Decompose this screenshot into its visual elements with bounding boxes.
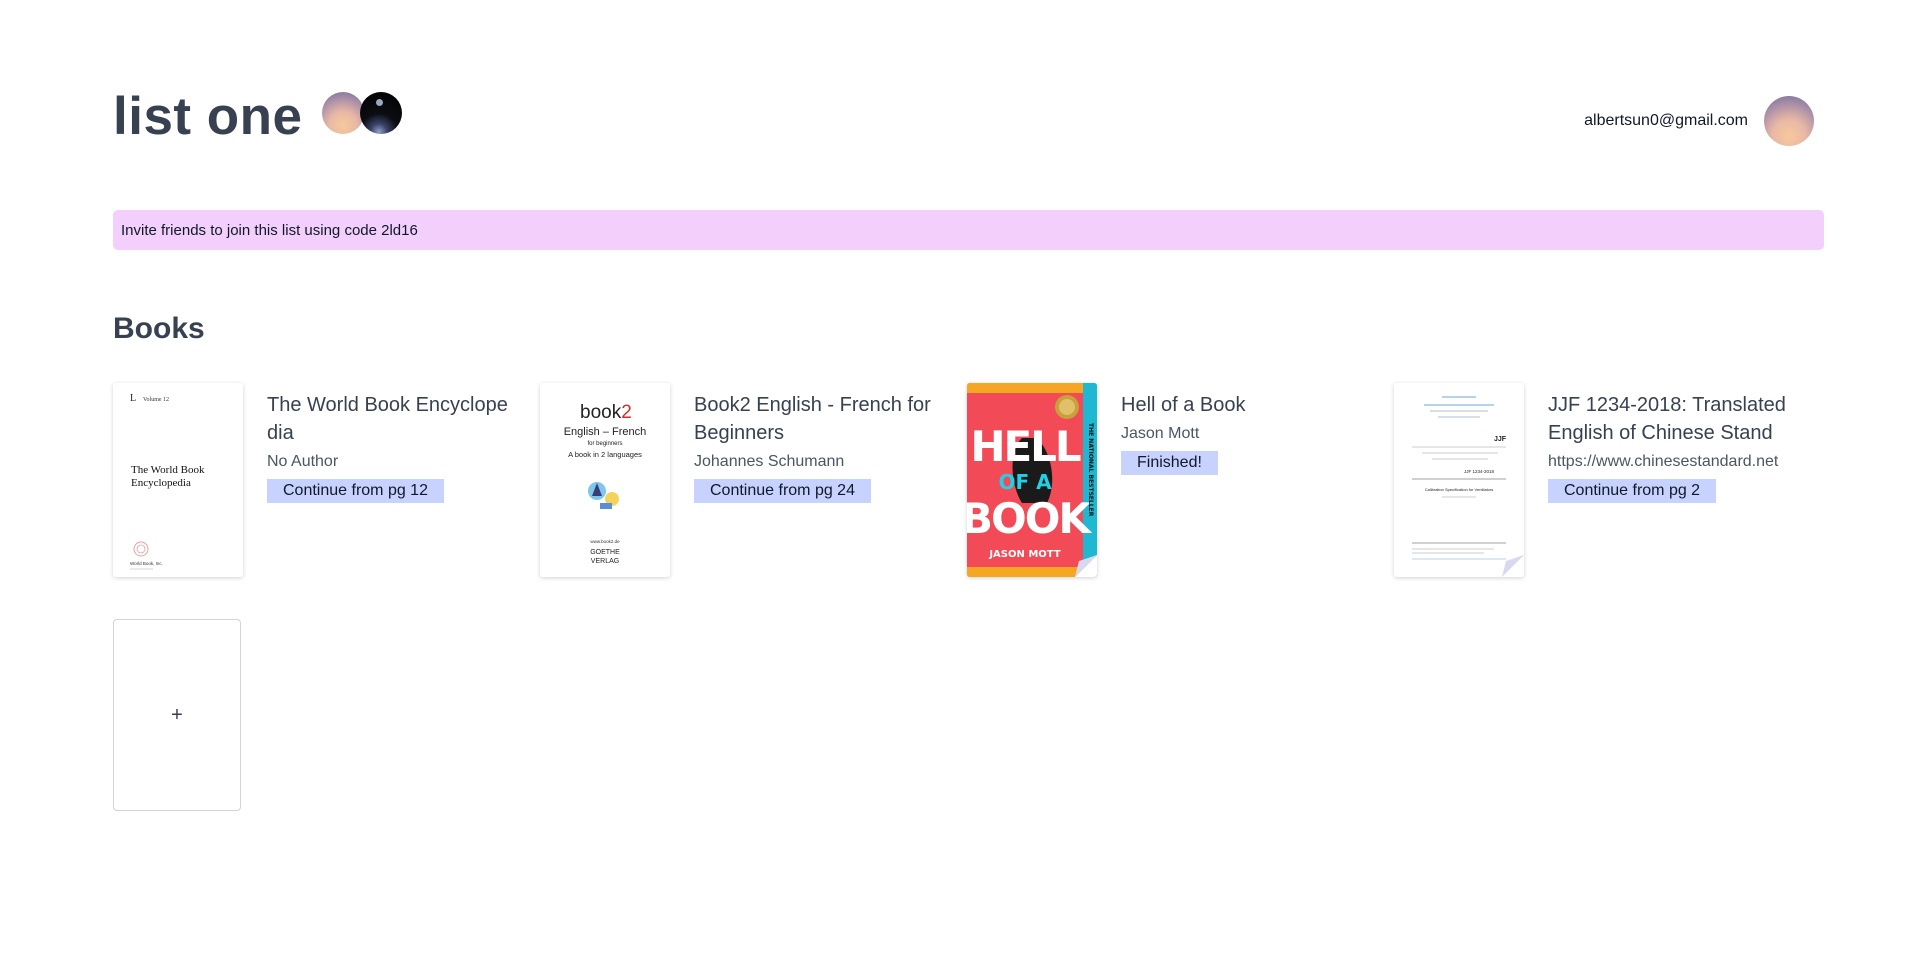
finished-badge: Finished! [1121, 451, 1218, 475]
cover-line2: for beginners [587, 441, 622, 447]
book-card: book2 English – French for beginners A b… [540, 383, 950, 578]
page-title: list one [113, 87, 303, 146]
books-heading: Books [113, 312, 205, 345]
book-info: JJF 1234-2018: Translated English of Chi… [1548, 391, 1798, 503]
cover-word-3: BOOK [967, 494, 1092, 543]
cover-brand: book [580, 402, 622, 423]
add-book-button[interactable]: + [113, 619, 241, 811]
continue-reading-badge[interactable]: Continue from pg 24 [694, 479, 871, 503]
book-author: Jason Mott [1121, 425, 1200, 442]
book-cover[interactable]: L Volume 12 The World Book Encyclopedia … [113, 383, 243, 577]
plus-icon: + [171, 703, 183, 726]
cover-title-line1: The World Book [131, 464, 205, 476]
svg-text:book2: book2 [580, 402, 632, 423]
book-card: L Volume 12 The World Book Encyclopedia … [113, 383, 523, 578]
continue-reading-badge[interactable]: Continue from pg 12 [267, 479, 444, 503]
cover-publisher-2: VERLAG [591, 558, 619, 565]
member-avatars [322, 92, 402, 134]
member-avatar[interactable] [360, 92, 402, 134]
cover-brand-number: 2 [621, 402, 632, 423]
book-card: JJF JJF 1234-2018 Calibration Specificat… [1394, 383, 1804, 578]
book-info: The World Book Encyclopedia No Author Co… [267, 391, 517, 503]
book-author: https://www.chinesestandard.net [1548, 453, 1779, 470]
cover-publisher-1: GOETHE [590, 549, 620, 556]
user-email: albertsun0@gmail.com [1584, 112, 1748, 129]
book-title[interactable]: JJF 1234-2018: Translated English of Chi… [1548, 391, 1798, 447]
member-avatar[interactable] [322, 92, 364, 134]
book-info: Book2 English - French for Beginners Joh… [694, 391, 944, 503]
cover-spine: THE NATIONAL BESTSELLER [1087, 423, 1094, 517]
cover-caption: Calibration Specification for Ventilator… [1425, 487, 1493, 492]
book-title[interactable]: The World Book Encyclopedia [267, 391, 517, 447]
book-cover[interactable]: JJF JJF 1234-2018 Calibration Specificat… [1394, 383, 1524, 577]
cover-publisher: World Book, Inc. [130, 561, 163, 566]
user-menu[interactable]: albertsun0@gmail.com [1584, 96, 1814, 146]
book-info: Hell of a Book Jason Mott Finished! [1121, 391, 1371, 475]
cover-word-1: HELL [970, 422, 1081, 471]
page-header: list one albertsun0@gmail.com [113, 82, 1814, 152]
cover-number: JJF 1234-2018 [1464, 469, 1495, 474]
cover-line3: A book in 2 languages [568, 450, 642, 459]
cover-line1: English – French [564, 426, 647, 438]
book-card: HELL OF A BOOK JASON MOTT THE NATIONAL B… [967, 383, 1377, 578]
invite-text: Invite friends to join this list using c… [121, 221, 418, 239]
cover-author: JASON MOTT [988, 549, 1061, 560]
cover-volume: Volume 12 [143, 397, 169, 403]
user-avatar[interactable] [1764, 96, 1814, 146]
book-title[interactable]: Hell of a Book [1121, 391, 1371, 419]
book-author: Johannes Schumann [694, 453, 845, 470]
book-cover[interactable]: HELL OF A BOOK JASON MOTT THE NATIONAL B… [967, 383, 1097, 577]
cover-corner: L [130, 393, 136, 404]
book-author: No Author [267, 453, 339, 470]
cover-word-2: OF A [998, 470, 1052, 494]
cover-url: www.book2.de [590, 539, 620, 544]
cover-code: JJF [1494, 436, 1507, 443]
book-cover[interactable]: book2 English – French for beginners A b… [540, 383, 670, 577]
book-title[interactable]: Book2 English - French for Beginners [694, 391, 944, 447]
cover-title-line2: Encyclopedia [131, 477, 191, 489]
invite-banner: Invite friends to join this list using c… [113, 210, 1824, 250]
continue-reading-badge[interactable]: Continue from pg 2 [1548, 479, 1717, 503]
